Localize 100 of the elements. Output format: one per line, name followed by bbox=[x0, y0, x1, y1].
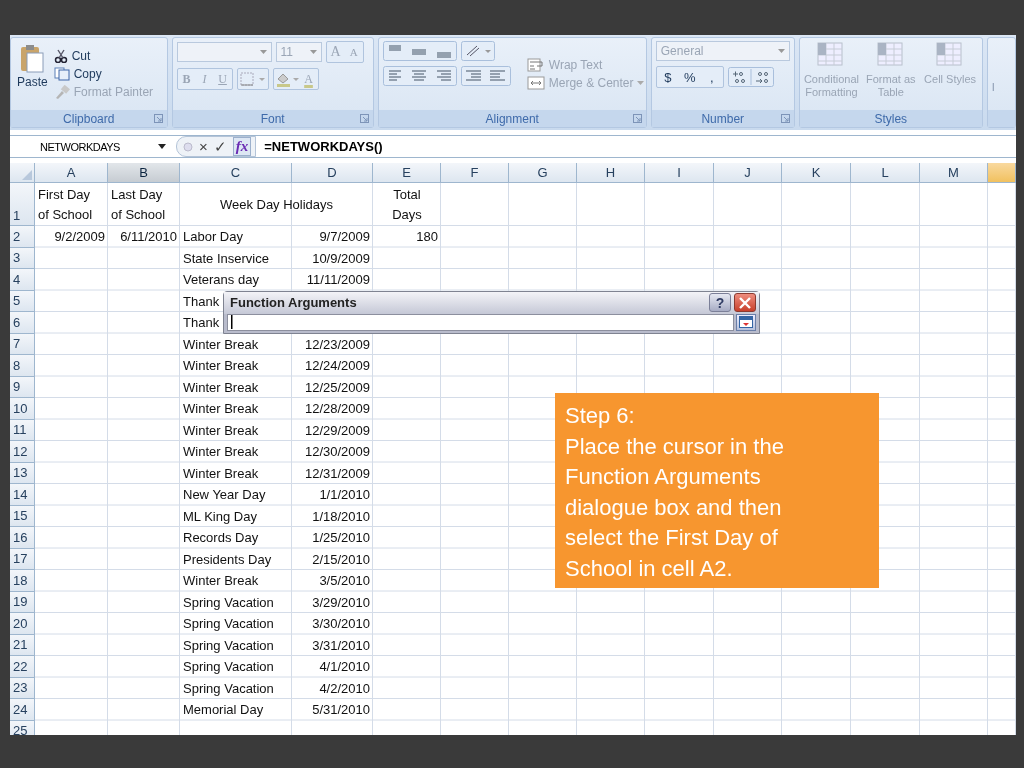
clipboard-icon bbox=[19, 43, 46, 73]
text-orientation-icon[interactable] bbox=[460, 41, 495, 61]
dialog-launcher-icon[interactable] bbox=[632, 114, 642, 123]
cell-text: 9/2/2009 bbox=[54, 229, 105, 245]
row-header[interactable]: 4 bbox=[10, 269, 35, 291]
column-header[interactable]: E bbox=[373, 163, 441, 183]
cell-text: 1/25/2010 bbox=[312, 530, 370, 546]
column-header[interactable]: I bbox=[645, 163, 714, 183]
cell-text: Winter Break bbox=[183, 336, 259, 352]
scissors-icon bbox=[53, 49, 68, 63]
column-header[interactable]: D bbox=[292, 163, 373, 183]
cut-button[interactable]: Cut bbox=[53, 49, 154, 63]
row-header[interactable]: 7 bbox=[10, 333, 35, 355]
column-header[interactable]: G bbox=[509, 163, 577, 183]
cell-text: Spring Vacation bbox=[183, 616, 274, 632]
row-header[interactable]: 16 bbox=[10, 527, 35, 549]
column-header[interactable]: J bbox=[714, 163, 782, 183]
cell-text: 180 bbox=[416, 229, 438, 245]
cancel-button[interactable]: × bbox=[199, 138, 208, 155]
row-header[interactable]: 12 bbox=[10, 441, 35, 463]
row-header[interactable]: 20 bbox=[10, 613, 35, 635]
comma-button[interactable]: , bbox=[700, 68, 723, 86]
row-header[interactable]: 23 bbox=[10, 677, 35, 699]
dialog-launcher-icon[interactable] bbox=[359, 114, 369, 123]
row-header[interactable]: 15 bbox=[10, 505, 35, 527]
row-header[interactable]: 9 bbox=[10, 376, 35, 398]
cell-text: 1/18/2010 bbox=[312, 508, 370, 524]
paste-button[interactable]: Paste bbox=[15, 41, 50, 107]
cell-text: 3/5/2010 bbox=[319, 573, 370, 589]
row-header[interactable]: 14 bbox=[10, 484, 35, 506]
row-header[interactable]: 21 bbox=[10, 634, 35, 656]
row-header[interactable]: 17 bbox=[10, 548, 35, 570]
percent-button[interactable]: % bbox=[678, 68, 701, 86]
cell-text: 3/30/2010 bbox=[312, 616, 370, 632]
column-header[interactable]: L bbox=[851, 163, 920, 183]
column-header[interactable]: H bbox=[577, 163, 645, 183]
caret-icon bbox=[637, 81, 645, 85]
help-button[interactable]: ? bbox=[709, 293, 731, 312]
row-header[interactable]: 2 bbox=[10, 226, 35, 248]
column-header[interactable]: K bbox=[782, 163, 851, 183]
cell-text: New Year Day bbox=[183, 487, 266, 503]
enter-button[interactable]: ✓ bbox=[213, 137, 227, 156]
cell-text: Labor Day bbox=[183, 229, 243, 245]
column-header[interactable] bbox=[988, 163, 1016, 183]
row-header[interactable]: 8 bbox=[10, 355, 35, 377]
dialog-launcher-icon[interactable] bbox=[153, 114, 163, 123]
cell-text: Spring Vacation bbox=[183, 659, 274, 675]
copy-button[interactable]: Copy bbox=[53, 67, 154, 81]
row-header[interactable]: 24 bbox=[10, 699, 35, 721]
column-header[interactable]: M bbox=[920, 163, 988, 183]
caret-icon bbox=[158, 144, 166, 149]
caret-icon bbox=[777, 49, 785, 53]
cell-text: Veterans day bbox=[183, 272, 259, 288]
cell-text: 3/29/2010 bbox=[312, 594, 370, 610]
close-icon bbox=[739, 296, 751, 309]
cell-text: Winter Break bbox=[183, 379, 259, 395]
borders-icon[interactable] bbox=[237, 70, 268, 88]
cell-text: First Day of School bbox=[38, 185, 94, 224]
row-header[interactable]: 6 bbox=[10, 312, 35, 334]
cell-text: ML King Day bbox=[183, 508, 257, 524]
row-header[interactable]: 19 bbox=[10, 591, 35, 613]
row-header[interactable]: 18 bbox=[10, 570, 35, 592]
cell-text: Spring Vacation bbox=[183, 680, 274, 696]
font-name-field[interactable] bbox=[176, 42, 272, 62]
column-header[interactable]: C bbox=[180, 163, 292, 183]
row-header[interactable]: 3 bbox=[10, 247, 35, 269]
close-button[interactable] bbox=[734, 293, 756, 312]
row-header[interactable]: 11 bbox=[10, 419, 35, 441]
column-header[interactable]: A bbox=[35, 163, 108, 183]
vertical-align-icons[interactable] bbox=[382, 41, 457, 61]
indent-icons[interactable] bbox=[460, 66, 511, 86]
row-header[interactable]: 1 bbox=[10, 183, 35, 226]
cell-text: Winter Break bbox=[183, 401, 259, 417]
column-header[interactable]: F bbox=[441, 163, 509, 183]
cell-text: Week Day Holidays bbox=[219, 197, 334, 212]
cell-text: State Inservice bbox=[183, 250, 269, 266]
row-header[interactable]: 13 bbox=[10, 462, 35, 484]
wrap-text-icon bbox=[526, 58, 545, 72]
formula-field[interactable]: =NETWORKDAYS() bbox=[256, 139, 1016, 154]
cell-text: Last Day of School bbox=[111, 185, 167, 224]
dialog-launcher-icon[interactable] bbox=[780, 114, 790, 123]
insert-function-button[interactable]: fx bbox=[232, 137, 252, 156]
copy-icon bbox=[53, 67, 70, 81]
dialog-title: Function Arguments bbox=[230, 295, 358, 310]
row-header[interactable]: 5 bbox=[10, 290, 35, 312]
caret-icon bbox=[309, 50, 317, 54]
select-all-corner[interactable] bbox=[10, 163, 35, 183]
name-box[interactable]: NETWORKDAYS bbox=[10, 140, 170, 153]
cell-text: 5/31/2010 bbox=[312, 702, 370, 718]
row-header[interactable]: 22 bbox=[10, 656, 35, 678]
callout-text: Place the cursor in the Function Arguments dialogue box and then select the First Day of School in cell A2. bbox=[565, 432, 785, 583]
group-label: Clipboard bbox=[63, 111, 115, 126]
currency-button[interactable]: $ bbox=[656, 68, 679, 86]
brush-icon bbox=[53, 85, 70, 99]
cell-text: 12/30/2009 bbox=[304, 444, 370, 460]
decimal-places-icons[interactable] bbox=[727, 67, 774, 87]
horizontal-align-icons[interactable] bbox=[382, 66, 457, 86]
group-label: Styles bbox=[874, 111, 908, 126]
row-header[interactable]: 10 bbox=[10, 398, 35, 420]
column-header[interactable]: B bbox=[108, 163, 180, 183]
